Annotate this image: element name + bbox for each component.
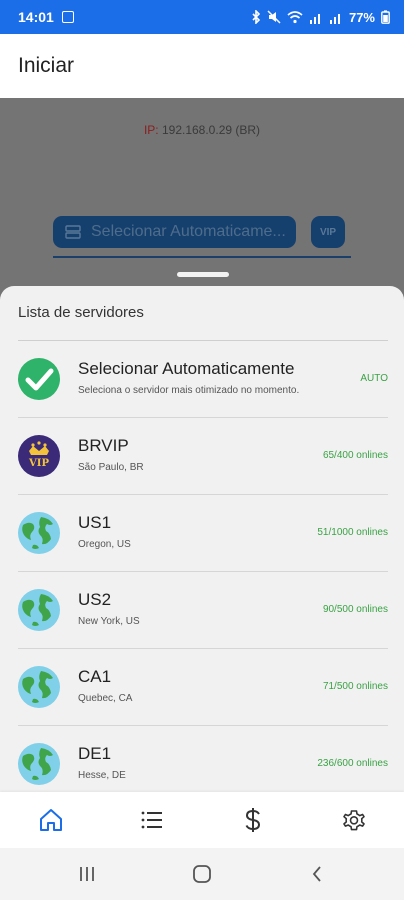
server-subtitle: Oregon, US xyxy=(78,539,131,550)
server-row-us2[interactable]: US2 New York, US 90/500 onlines xyxy=(0,572,404,649)
server-online-count: 71/500 onlines xyxy=(322,681,388,692)
vip-crown-icon: VIP xyxy=(18,435,60,477)
app-bar: Iniciar xyxy=(0,34,404,98)
globe-icon xyxy=(18,743,60,785)
home-icon xyxy=(39,809,62,831)
server-status: AUTO xyxy=(360,373,388,384)
server-subtitle: New York, US xyxy=(78,616,140,627)
signal-icon-2 xyxy=(329,13,340,24)
server-icon xyxy=(65,225,81,239)
server-name: BRVIP xyxy=(78,436,129,455)
battery-icon xyxy=(381,10,390,24)
select-underline xyxy=(53,256,351,258)
server-name: US2 xyxy=(78,590,112,609)
battery-percent: 77% xyxy=(348,9,375,25)
sheet-drag-handle[interactable] xyxy=(177,272,229,277)
server-name: US1 xyxy=(78,513,112,532)
recents-button[interactable] xyxy=(62,854,112,894)
back-chevron-icon xyxy=(312,866,321,882)
status-left: 14:01 xyxy=(18,9,74,25)
bluetooth-icon xyxy=(252,10,261,24)
dollar-icon xyxy=(245,808,260,832)
svg-text:VIP: VIP xyxy=(28,458,49,469)
status-right: 77% xyxy=(251,10,390,25)
server-subtitle: São Paulo, BR xyxy=(78,462,144,473)
server-online-count: 236/600 onlines xyxy=(317,758,388,769)
ip-value: 192.168.0.29 (BR) xyxy=(161,123,261,137)
nav-home[interactable] xyxy=(21,796,81,844)
home-square-icon xyxy=(193,865,211,883)
globe-icon xyxy=(18,512,60,554)
system-navigation-bar xyxy=(0,848,404,900)
globe-icon xyxy=(18,589,60,631)
server-subtitle: Quebec, CA xyxy=(78,693,133,704)
server-select-button[interactable]: Selecionar Automaticame... xyxy=(53,216,296,248)
server-online-count: 90/500 onlines xyxy=(322,604,388,615)
server-subtitle: Hesse, DE xyxy=(78,770,126,781)
server-row-ca1[interactable]: CA1 Quebec, CA 71/500 onlines xyxy=(0,649,404,726)
nav-list[interactable] xyxy=(122,796,182,844)
server-name: DE1 xyxy=(78,744,112,763)
vip-button[interactable]: VIP xyxy=(311,216,345,248)
signal-icon xyxy=(309,13,320,24)
nav-settings[interactable] xyxy=(324,796,384,844)
mute-icon xyxy=(267,10,281,24)
server-row-us1[interactable]: US1 Oregon, US 51/1000 onlines xyxy=(0,495,404,572)
globe-icon xyxy=(18,666,60,708)
bottom-navigation xyxy=(0,792,404,848)
back-button[interactable] xyxy=(292,854,342,894)
ip-info: IP: 192.168.0.29 (BR) xyxy=(0,123,404,137)
server-row-de1[interactable]: DE1 Hesse, DE 236/600 onlines xyxy=(0,726,404,792)
list-icon xyxy=(141,811,162,829)
check-icon xyxy=(18,358,60,400)
wifi-icon xyxy=(287,10,303,23)
server-row-auto[interactable]: Selecionar Automaticamente Seleciona o s… xyxy=(0,341,404,418)
server-name: CA1 xyxy=(78,667,112,686)
server-select-label: Selecionar Automaticame... xyxy=(91,223,286,240)
server-name: Selecionar Automaticamente xyxy=(78,359,295,378)
recents-icon xyxy=(80,867,95,881)
gear-icon xyxy=(342,810,365,831)
nav-payments[interactable] xyxy=(223,796,283,844)
sheet-title: Lista de servidores xyxy=(18,304,144,321)
status-bar: 14:01 77% xyxy=(0,0,404,34)
server-subtitle: Seleciona o servidor mais otimizado no m… xyxy=(78,385,300,396)
server-row-brvip[interactable]: VIP BRVIP São Paulo, BR 65/400 onlines xyxy=(0,418,404,495)
status-time: 14:01 xyxy=(18,9,54,25)
ip-label: IP: xyxy=(143,123,159,137)
gallery-notification-icon xyxy=(61,11,74,23)
server-list: Selecionar Automaticamente Seleciona o s… xyxy=(0,341,404,792)
server-online-count: 65/400 onlines xyxy=(322,450,388,461)
page-title: Iniciar xyxy=(18,54,75,77)
home-system-button[interactable] xyxy=(177,854,227,894)
server-list-sheet: Lista de servidores Selecionar Automatic… xyxy=(0,286,404,792)
server-online-count: 51/1000 onlines xyxy=(317,527,388,538)
